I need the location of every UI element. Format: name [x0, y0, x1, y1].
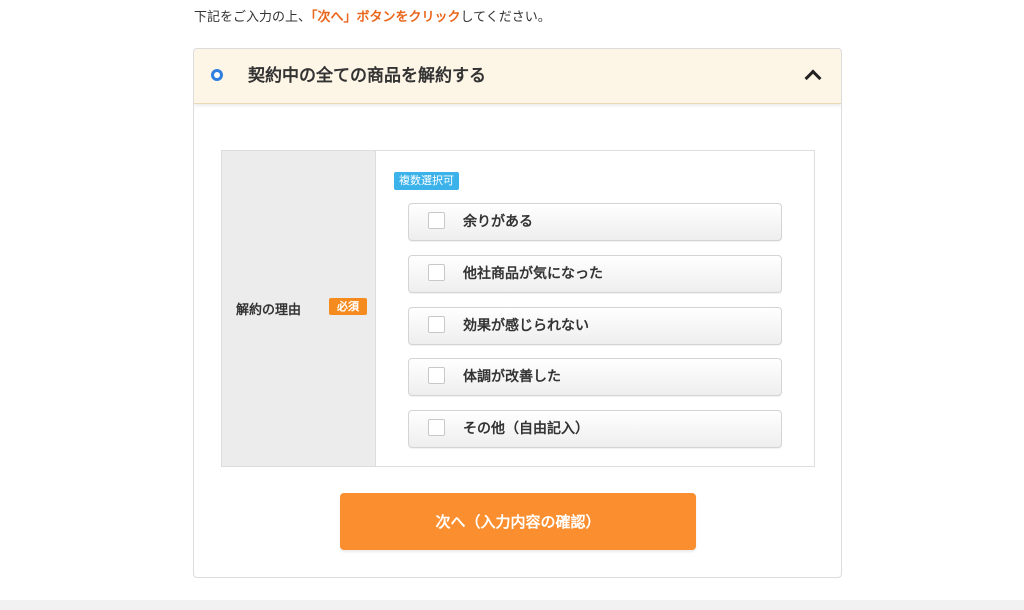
option-label: 効果が感じられない	[463, 318, 589, 334]
intro-text-after: してください。	[460, 10, 551, 25]
option-label: 余りがある	[463, 214, 533, 230]
reason-option-no-effect[interactable]: 効果が感じられない	[408, 307, 782, 345]
checkbox[interactable]	[428, 212, 445, 229]
multi-select-badge: 複数選択可	[394, 172, 459, 190]
option-label: 他社商品が気になった	[463, 266, 603, 282]
reason-label-cell: 解約の理由 必須	[222, 151, 376, 466]
reason-form-table: 解約の理由 必須 複数選択可 余りがある 他社商品が気になった 効果が感じられな…	[221, 150, 815, 467]
checkbox[interactable]	[428, 316, 445, 333]
checkbox[interactable]	[428, 419, 445, 436]
reason-field-label: 解約の理由	[236, 303, 302, 318]
reason-option-improved[interactable]: 体調が改善した	[408, 358, 782, 396]
intro-text-before: 下記をご入力の上、	[194, 10, 312, 25]
option-label: その他（自由記入）	[463, 421, 589, 437]
next-button[interactable]: 次へ（入力内容の確認）	[340, 493, 696, 550]
checkbox[interactable]	[428, 367, 445, 384]
checkbox[interactable]	[428, 264, 445, 281]
option-label: 体調が改善した	[463, 369, 561, 385]
reason-option-other[interactable]: その他（自由記入）	[408, 410, 782, 448]
reason-option-surplus[interactable]: 余りがある	[408, 203, 782, 241]
page-footer-band	[0, 600, 1024, 610]
chevron-up-icon[interactable]	[804, 69, 822, 87]
panel-title: 契約中の全ての商品を解約する	[248, 66, 486, 86]
cancel-all-panel: 契約中の全ての商品を解約する 解約の理由 必須 複数選択可 余りがある 他社商品…	[193, 48, 842, 578]
intro-instruction: 下記をご入力の上、「次へ」ボタンをクリックしてください。	[194, 9, 551, 27]
intro-highlight: 「次へ」ボタンをクリック	[311, 10, 461, 25]
required-badge: 必須	[329, 298, 367, 315]
panel-header[interactable]: 契約中の全ての商品を解約する	[194, 49, 841, 104]
reason-option-other-brand[interactable]: 他社商品が気になった	[408, 255, 782, 293]
reason-options-cell: 複数選択可 余りがある 他社商品が気になった 効果が感じられない 体調が改善した…	[376, 151, 814, 466]
radio-selected-icon[interactable]	[211, 69, 223, 81]
